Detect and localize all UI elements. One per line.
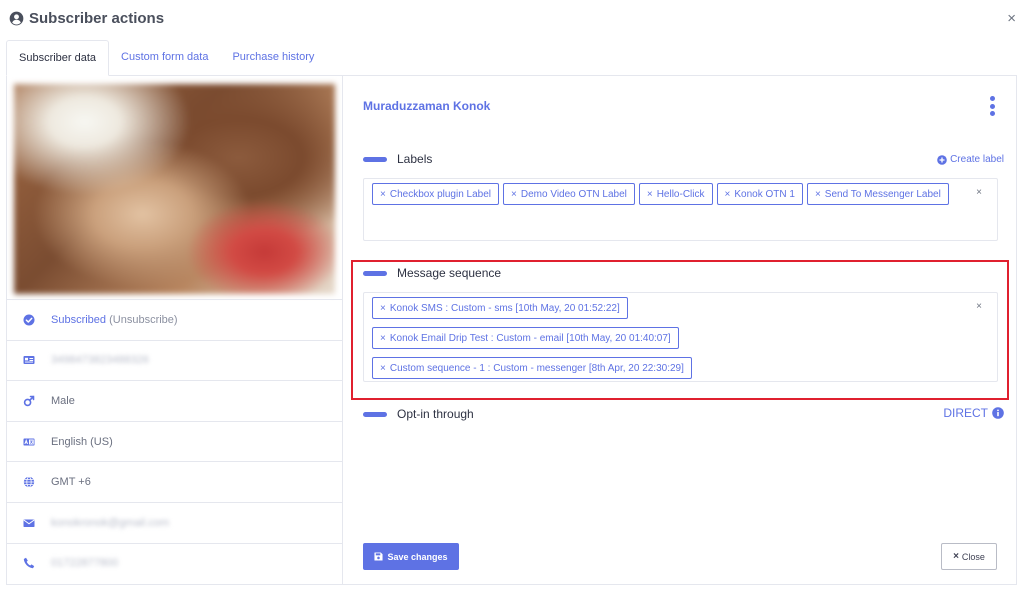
tab-custom-form-data[interactable]: Custom form data (109, 40, 220, 76)
gender-row: Male (7, 380, 343, 421)
timezone-value: GMT +6 (51, 476, 91, 489)
remove-tag-icon[interactable]: × (647, 189, 653, 200)
remove-tag-icon[interactable]: × (725, 189, 731, 200)
save-changes-button[interactable]: Save changes (363, 543, 459, 570)
phone-value: 01722877800 (51, 557, 119, 570)
profile-panel: Subscribed (Unsubscribe) 349847382348832… (7, 76, 343, 584)
tag-text: Konok Email Drip Test : Custom - email [… (389, 332, 671, 344)
tab-subscriber-data[interactable]: Subscriber data (6, 40, 110, 76)
sequence-tag: × Konok SMS : Custom - sms [10th May, 20 … (372, 297, 628, 319)
envelope-icon (23, 519, 35, 527)
locale-value: English (US) (51, 435, 113, 448)
save-icon (374, 552, 384, 561)
modal-title-text: Subscriber actions (29, 10, 165, 27)
subscription-status-row: Subscribed (Unsubscribe) (7, 299, 343, 340)
tag-text: Demo Video OTN Label (520, 188, 627, 200)
user-circle-icon (9, 11, 24, 26)
tab-content: Subscribed (Unsubscribe) 349847382348832… (6, 75, 1017, 585)
remove-tag-icon[interactable]: × (380, 189, 386, 200)
opt-in-heading-text: Opt-in through (397, 407, 474, 421)
close-button[interactable]: × Close (941, 543, 997, 570)
tag-text: Konok SMS : Custom - sms [10th May, 20 0… (389, 302, 620, 314)
label-tag: × Hello-Click (638, 183, 713, 205)
locale-row: English (US) (7, 420, 343, 462)
message-sequence-heading: Message sequence (363, 266, 501, 280)
label-tag: × Konok OTN 1 (716, 183, 803, 205)
sequence-tag: × Konok Email Drip Test : Custom - email … (372, 327, 679, 349)
phone-row: 01722877800 (7, 542, 343, 584)
label-tag: × Checkbox plugin Label (372, 183, 500, 205)
create-label-text: Create label (950, 154, 1004, 165)
tab-bar: Subscriber data Custom form data Purchas… (6, 40, 326, 76)
create-label-link[interactable]: Create label (937, 154, 1004, 165)
message-sequence-select[interactable]: × Konok SMS : Custom - sms [10th May, 20 … (363, 292, 998, 382)
subscriber-id: 3498473823488326 (51, 354, 149, 367)
remove-tag-icon[interactable]: × (815, 189, 821, 200)
modal-close-icon[interactable]: × (1007, 10, 1016, 27)
male-icon (23, 395, 35, 407)
remove-tag-icon[interactable]: × (380, 303, 386, 314)
message-sequence-heading-text: Message sequence (397, 266, 502, 280)
sequence-tag: × Custom sequence - 1 : Custom - messenge… (372, 357, 692, 379)
check-circle-icon (23, 314, 35, 326)
kebab-icon[interactable] (989, 96, 995, 116)
unsubscribe-link[interactable]: (Unsubscribe) (109, 314, 177, 326)
tab-purchase-history[interactable]: Purchase history (220, 40, 326, 76)
id-card-icon (23, 356, 35, 365)
section-pill (363, 411, 387, 417)
labels-select[interactable]: × Checkbox plugin Label × Demo Video OTN L… (363, 178, 998, 241)
profile-photo (14, 84, 335, 294)
tag-text: Send To Messenger Label (824, 188, 941, 200)
info-circle-icon (992, 407, 1004, 419)
save-changes-label: Save changes (387, 551, 448, 562)
label-tag: × Send To Messenger Label (806, 183, 949, 205)
timezone-row: GMT +6 (7, 461, 343, 502)
tag-text: Custom sequence - 1 : Custom - messenger… (389, 362, 684, 374)
language-icon (23, 438, 35, 446)
modal-title: Subscriber actions (9, 10, 164, 27)
tag-text: Konok OTN 1 (734, 188, 795, 200)
clear-sequence-icon[interactable]: × (976, 301, 982, 312)
remove-tag-icon[interactable]: × (380, 363, 386, 374)
tag-text: Hello-Click (656, 188, 705, 200)
labels-heading: Labels (363, 152, 432, 166)
opt-in-value-text: DIRECT (943, 406, 988, 420)
label-tag: × Demo Video OTN Label (503, 183, 635, 205)
opt-in-value[interactable]: DIRECT (943, 406, 1004, 420)
section-pill (363, 270, 387, 276)
email-value: konokronok@gmail.com (51, 516, 170, 529)
plus-circle-icon (937, 154, 947, 165)
gender-value: Male (51, 394, 75, 407)
globe-icon (23, 476, 35, 488)
tag-text: Checkbox plugin Label (389, 188, 492, 200)
close-icon: × (953, 551, 959, 562)
close-label: Close (961, 551, 985, 562)
subscriber-id-row: 3498473823488326 (7, 339, 343, 381)
clear-labels-icon[interactable]: × (976, 187, 982, 198)
section-pill (363, 156, 387, 162)
subscribed-status: Subscribed (51, 313, 107, 326)
labels-heading-text: Labels (397, 152, 433, 166)
subscriber-details-panel: Muraduzzaman Konok Labels Create label ×… (344, 76, 1016, 584)
phone-icon (23, 558, 35, 569)
remove-tag-icon[interactable]: × (380, 333, 386, 344)
email-row: konokronok@gmail.com (7, 502, 343, 543)
remove-tag-icon[interactable]: × (511, 189, 517, 200)
subscriber-name: Muraduzzaman Konok (363, 99, 491, 113)
opt-in-heading: Opt-in through (363, 407, 474, 421)
